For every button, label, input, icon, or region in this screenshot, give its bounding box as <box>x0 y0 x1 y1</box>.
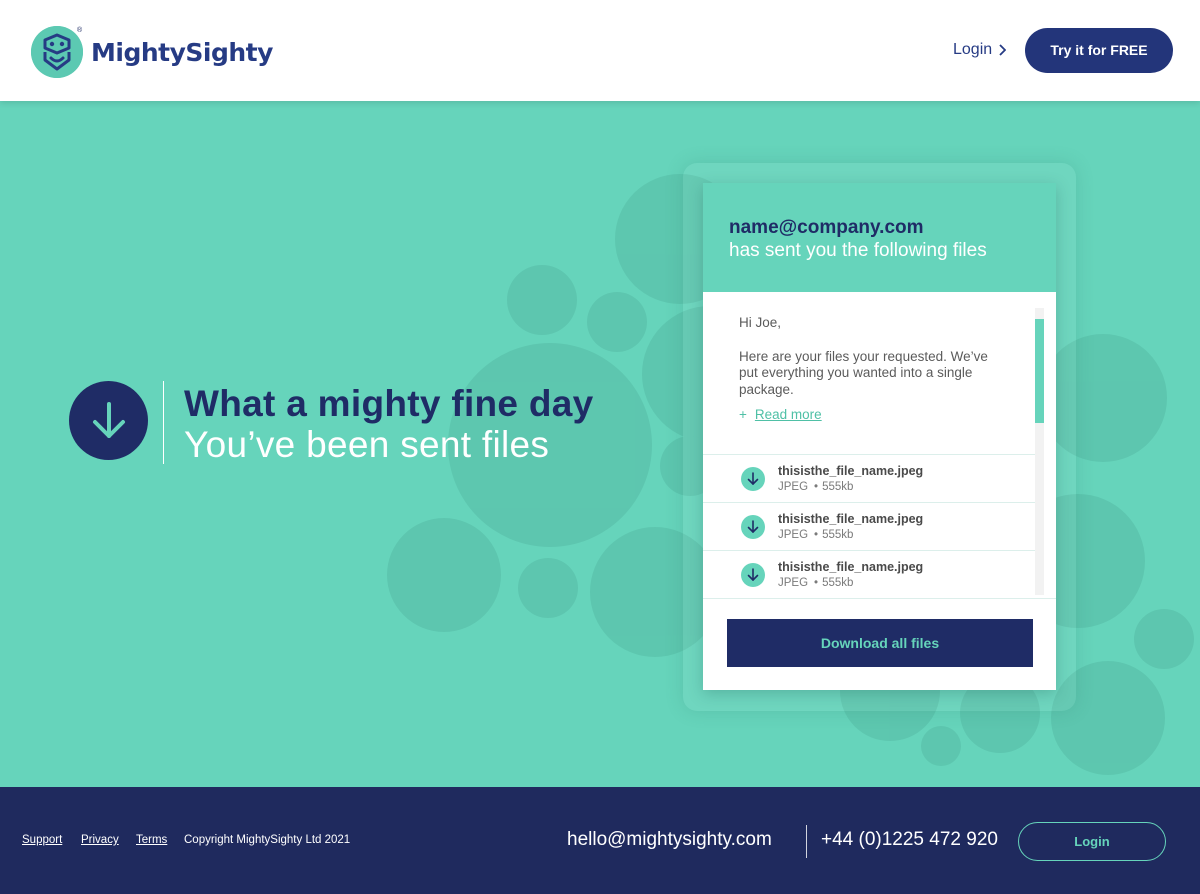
footer-phone-link[interactable]: +44 (0)1225 472 920 <box>821 829 998 851</box>
bullet-separator: • <box>814 577 819 589</box>
bullet-separator: • <box>814 529 819 541</box>
file-size: 555kb <box>822 529 854 541</box>
footer-privacy-link[interactable]: Privacy <box>81 834 119 846</box>
download-file-icon[interactable] <box>741 563 765 587</box>
list-divider <box>703 598 1056 599</box>
brand-logo[interactable]: MightySighty <box>31 26 273 78</box>
file-meta: JPEG • 555kb <box>778 529 853 541</box>
file-row[interactable]: thisisthe_file_name.jpeg JPEG • 555kb <box>703 550 1035 598</box>
hero-download-icon <box>69 381 148 460</box>
file-type: JPEG <box>778 481 809 493</box>
logo-mark-icon <box>31 26 83 78</box>
scrollbar-thumb[interactable] <box>1035 319 1044 423</box>
chevron-right-icon <box>999 44 1007 56</box>
read-more-link[interactable]: Read more <box>755 407 822 422</box>
download-all-button[interactable]: Download all files <box>727 619 1033 667</box>
header-login-link[interactable]: Login <box>953 41 1007 59</box>
try-free-button[interactable]: Try it for FREE <box>1025 28 1173 73</box>
footer-email-link[interactable]: hello@mightysighty.com <box>567 829 772 851</box>
footer-copyright: Copyright MightySighty Ltd 2021 <box>184 834 351 846</box>
file-size: 555kb <box>822 481 854 493</box>
file-meta: JPEG • 555kb <box>778 577 853 589</box>
file-row[interactable]: thisisthe_file_name.jpeg JPEG • 555kb <box>703 502 1035 550</box>
footer-divider <box>806 825 807 858</box>
footer-support-link[interactable]: Support <box>22 834 62 846</box>
message-greeting: Hi Joe, <box>739 315 782 330</box>
file-name: thisisthe_file_name.jpeg <box>778 464 924 478</box>
registered-mark: ® <box>77 27 83 34</box>
bullet-separator: • <box>814 481 819 493</box>
file-name: thisisthe_file_name.jpeg <box>778 560 924 574</box>
message-body: Hi Joe, Here are your files your request… <box>739 315 1009 398</box>
file-name: thisisthe_file_name.jpeg <box>778 512 924 526</box>
transfer-card: name@company.com has sent you the follow… <box>703 183 1056 690</box>
hero-divider <box>163 381 164 464</box>
sender-email: name@company.com <box>729 217 924 238</box>
file-size: 555kb <box>822 577 854 589</box>
footer-login-button[interactable]: Login <box>1018 822 1166 861</box>
file-meta: JPEG • 555kb <box>778 481 853 493</box>
file-row[interactable]: thisisthe_file_name.jpeg JPEG • 555kb <box>703 454 1035 502</box>
hero-title: What a mighty fine day <box>184 383 594 424</box>
site-header: MightySighty ® Login Try it for FREE <box>0 0 1200 101</box>
read-more-plus-icon: + <box>739 407 747 422</box>
download-file-icon[interactable] <box>741 515 765 539</box>
file-type: JPEG <box>778 529 809 541</box>
file-type: JPEG <box>778 577 809 589</box>
card-header: name@company.com has sent you the follow… <box>703 183 1056 292</box>
hero-subtitle: You’ve been sent files <box>184 424 550 465</box>
message-text: Here are your files your requested. We’v… <box>739 348 988 397</box>
brand-name: MightySighty <box>91 37 273 67</box>
download-file-icon[interactable] <box>741 467 765 491</box>
sent-message: has sent you the following files <box>729 240 987 261</box>
site-footer: Support Privacy Terms Copyright MightySi… <box>0 787 1200 894</box>
header-login-label: Login <box>953 41 993 58</box>
read-more[interactable]: + Read more <box>739 407 822 422</box>
footer-terms-link[interactable]: Terms <box>136 834 167 846</box>
